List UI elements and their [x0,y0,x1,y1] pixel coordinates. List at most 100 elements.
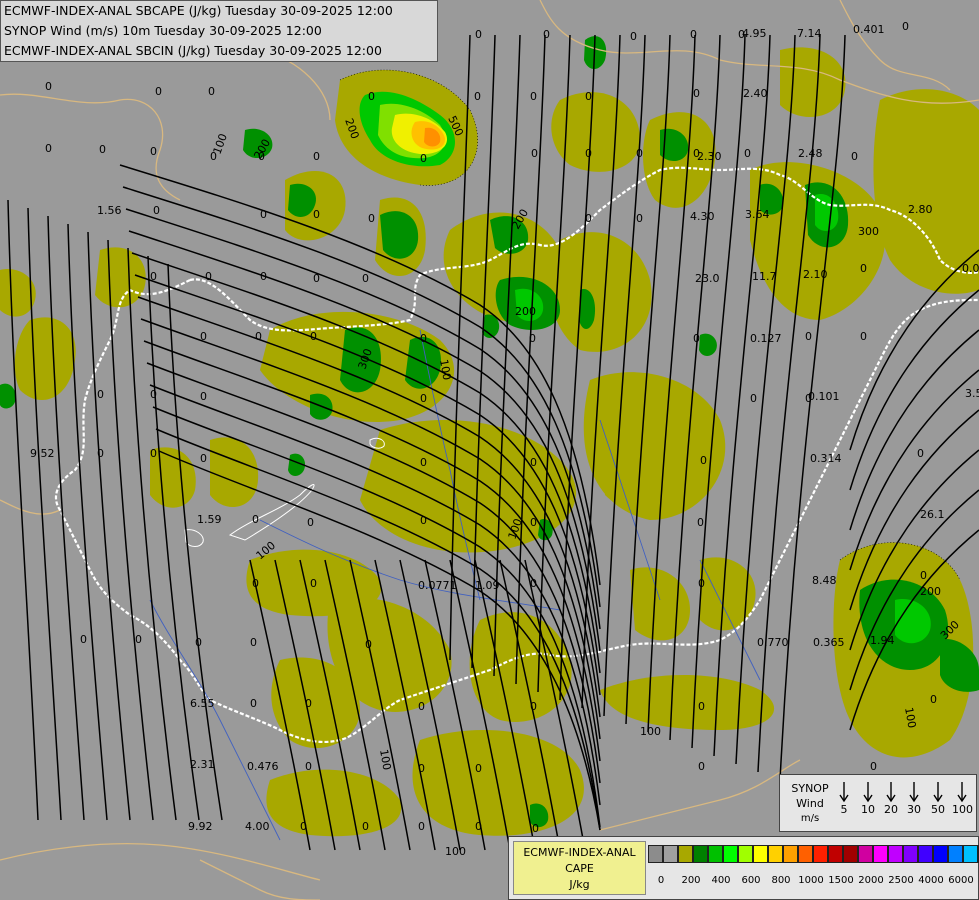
wind-arrow-icon [863,782,873,803]
cape-tick-label: 2500 [888,875,914,886]
map-value-label: 0 [902,20,909,33]
wind-speed-label: 100 [952,803,973,816]
map-value-label: 0 [530,700,537,713]
wind-speed-label: 10 [861,803,875,816]
map-value-label: 0 [150,447,157,460]
map-value-label: 0 [418,820,425,833]
map-value-label: 0 [530,577,537,590]
map-value-label: 0.127 [750,332,782,345]
map-value-label: 6.55 [190,697,215,710]
map-value-label: 0 [920,569,927,582]
wind-speed-label: 5 [840,803,848,816]
map-value-label: 0 [252,577,259,590]
cape-tick-label: 800 [771,875,791,886]
map-value-label: 0 [930,693,937,706]
map-value-label: 0 [313,150,320,163]
cape-color-swatch [663,845,678,863]
cape-color-swatch [873,845,888,863]
map-value-label: 0 [697,516,704,529]
map-value-label: 2.40 [743,87,768,100]
cape-color-swatch [843,845,858,863]
map-value-label: 0 [155,85,162,98]
cape-color-swatch [903,845,918,863]
wind-legend-item: 50 [928,781,948,816]
cape-color-swatch [918,845,933,863]
cape-color-swatch [708,845,723,863]
map-value-label: 0 [255,330,262,343]
map-value-label: 0 [420,514,427,527]
map-value-label: 0 [150,388,157,401]
map-value-label: 2.30 [697,150,722,163]
map-value-label: 0.064 [962,262,979,275]
map-value-label: 1.94 [870,634,895,647]
map-value-label: 0 [300,820,307,833]
contour-label: 200 [515,305,536,318]
map-value-label: 0 [420,152,427,165]
map-value-label: 0 [585,90,592,103]
map-value-label: 0 [45,80,52,93]
map-value-label: 7.14 [797,27,822,40]
map-value-label: 0 [917,447,924,460]
map-value-label: 2.48 [798,147,823,160]
map-value-label: 0 [200,452,207,465]
cape-tick-label: 1000 [798,875,824,886]
cape-color-swatch [648,845,663,863]
map-value-label: 0.365 [813,636,845,649]
map-value-label: 0 [153,204,160,217]
map-value-label: 23.0 [695,272,720,285]
map-value-label: 11.7 [752,270,777,283]
map-value-label: 0 [698,577,705,590]
map-value-label: 0 [693,332,700,345]
map-value-label: 4.00 [245,820,270,833]
cape-legend-title-line: ECMWF-INDEX-ANAL [523,846,636,859]
cape-color-swatch [678,845,693,863]
wind-arrow-icon [886,782,896,803]
wind-arrow-icon [957,782,967,803]
map-value-label: 0 [362,820,369,833]
map-value-label: 0 [80,633,87,646]
map-value-label: 0 [475,820,482,833]
cape-color-swatch [813,845,828,863]
map-value-label: 0 [362,272,369,285]
cape-color-swatch [723,845,738,863]
map-value-label: 0 [744,147,751,160]
map-value-label: 4.30 [690,210,715,223]
cape-color-swatch [963,845,978,863]
map-value-label: 0 [252,513,259,526]
map-value-label: 2.10 [803,268,828,281]
map-value-label: 0 [307,516,314,529]
cape-tick-label: 1500 [828,875,854,886]
map-value-label: 0 [474,90,481,103]
map-value-label: 0 [97,447,104,460]
cape-color-swatch [948,845,963,863]
map-value-label: 0 [860,262,867,275]
cape-color-swatch [693,845,708,863]
map-value-label: 0.101 [808,390,840,403]
wind-legend-item: 100 [952,781,973,816]
map-value-label: 0.476 [247,760,279,773]
wind-legend-title-line: m/s [800,813,820,824]
title-box: ECMWF-INDEX-ANAL SBCAPE (J/kg) Tuesday 3… [0,0,438,62]
map-value-label: 0 [529,332,536,345]
map-value-label: 0 [310,330,317,343]
map-value-label: 0 [870,760,877,773]
wind-speed-label: 50 [931,803,945,816]
map-value-label: 0.770 [757,636,789,649]
map-value-label: 0 [530,90,537,103]
map-value-label: 0 [313,208,320,221]
map-value-label: 9.92 [188,820,213,833]
contour-label: 300 [858,225,879,238]
map-value-label: 0 [99,143,106,156]
map-value-label: 0 [532,822,539,835]
cape-color-swatch [753,845,768,863]
map-value-label: 1.56 [97,204,122,217]
map-value-label: 0 [636,147,643,160]
map-value-label: 0 [250,697,257,710]
map-value-label: 0 [45,142,52,155]
map-value-label: 0 [150,145,157,158]
title-line-wind: SYNOP Wind (m/s) 10m Tuesday 30-09-2025 … [4,23,322,38]
map-value-label: 0 [543,28,550,41]
map-value-label: 0 [305,760,312,773]
map-value-label: 26.1 [920,508,945,521]
contour-label: 100 [445,845,466,858]
